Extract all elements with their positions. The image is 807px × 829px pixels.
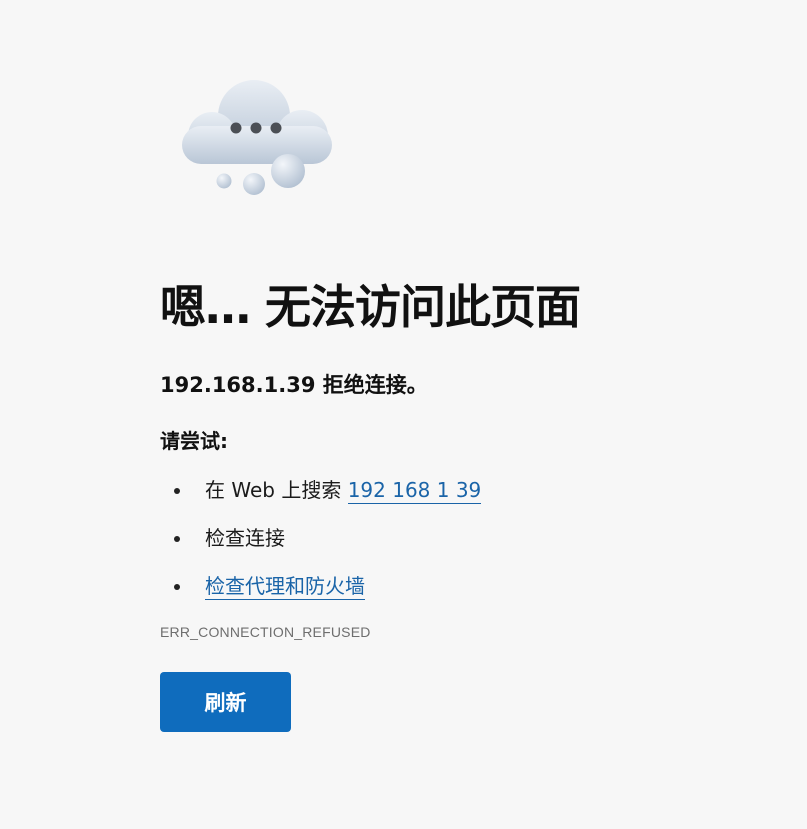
suggestion-list: 在 Web 上搜索 192 168 1 39 检查连接 检查代理和防火墙 xyxy=(160,476,760,620)
suggestion-web-search: 在 Web 上搜索 192 168 1 39 xyxy=(160,476,760,524)
check-proxy-firewall-link[interactable]: 检查代理和防火墙 xyxy=(205,574,365,600)
suggestion-label: 检查连接 xyxy=(205,526,285,550)
error-subtitle: 192.168.1.39 拒绝连接。 xyxy=(160,373,428,397)
ellipsis-dot xyxy=(250,122,262,134)
refresh-button[interactable]: 刷新 xyxy=(160,672,291,732)
bullet-icon xyxy=(174,536,180,542)
cloud-with-ellipsis-icon xyxy=(182,80,332,195)
bullet-icon xyxy=(174,584,180,590)
page-title: 嗯… 无法访问此页面 xyxy=(160,280,581,334)
error-content: 嗯… 无法访问此页面 192.168.1.39 拒绝连接。 请尝试: 在 Web… xyxy=(160,278,760,732)
error-code: ERR_CONNECTION_REFUSED xyxy=(160,624,371,640)
web-search-link[interactable]: 192 168 1 39 xyxy=(347,478,482,504)
try-heading: 请尝试: xyxy=(160,429,228,453)
ellipsis-dot xyxy=(230,122,242,134)
bubble-large xyxy=(271,154,305,188)
bullet-icon xyxy=(174,488,180,494)
suggestion-check-connection: 检查连接 xyxy=(160,524,760,572)
suggestion-label: 在 Web 上搜索 xyxy=(205,478,348,502)
ellipsis-dot xyxy=(270,122,282,134)
suggestion-proxy-firewall: 检查代理和防火墙 xyxy=(160,572,760,620)
bubble-medium xyxy=(243,173,265,195)
error-page: 嗯… 无法访问此页面 192.168.1.39 拒绝连接。 请尝试: 在 Web… xyxy=(0,0,807,829)
bubble-small xyxy=(216,173,232,189)
